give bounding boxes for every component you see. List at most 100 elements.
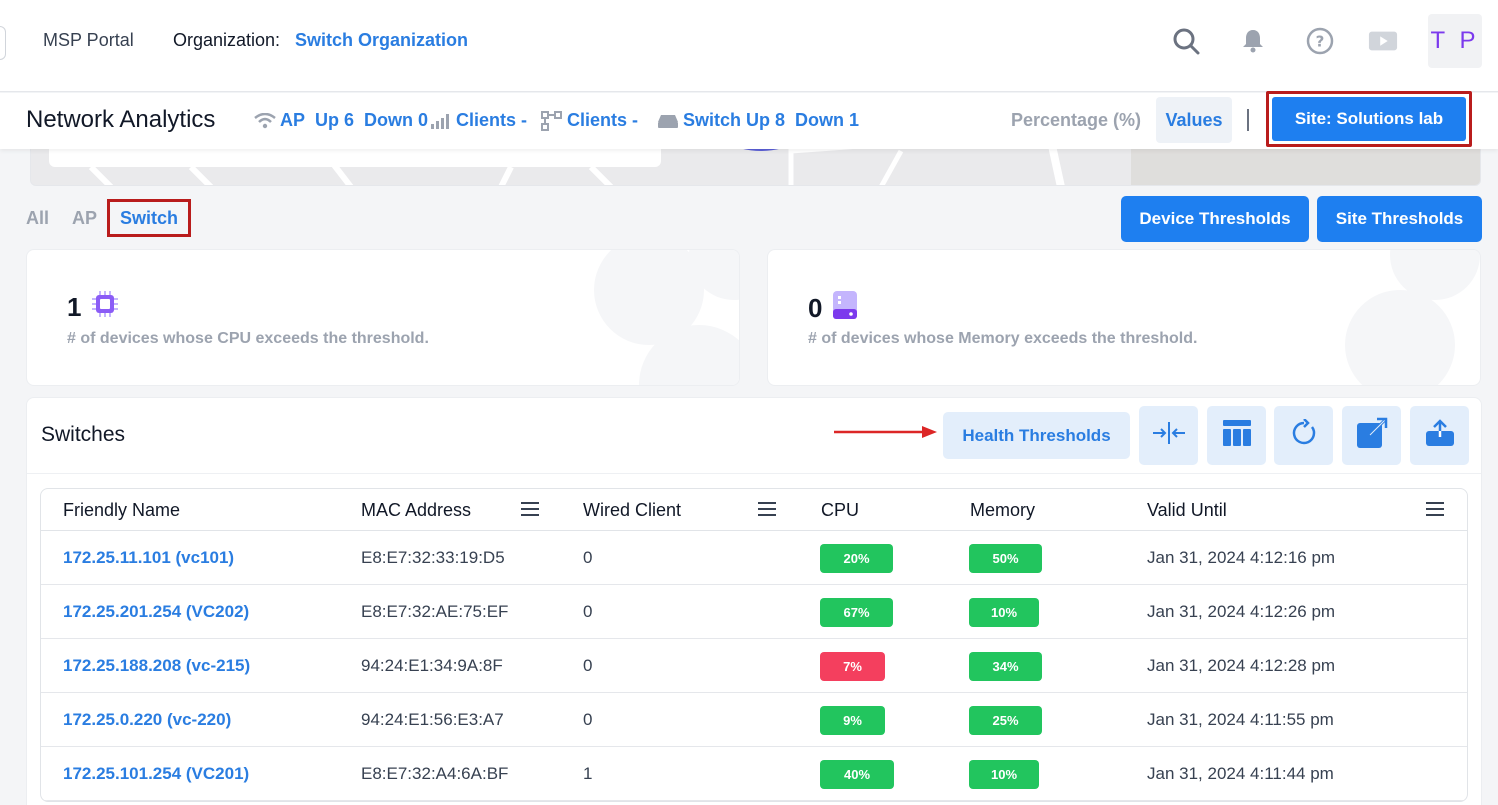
valid-until: Jan 31, 2024 4:12:16 pm xyxy=(1147,548,1336,567)
external-link-icon xyxy=(1356,417,1388,454)
values-toggle[interactable]: Values xyxy=(1156,97,1232,143)
mac-address: 94:24:E1:56:E3:A7 xyxy=(361,710,504,729)
table-row: 172.25.11.101 (vc101) E8:E7:32:33:19:D5 … xyxy=(41,531,1467,585)
search-icon[interactable] xyxy=(1171,26,1201,56)
column-menu-icon[interactable] xyxy=(521,502,539,516)
organization-label: Organization: xyxy=(173,30,281,50)
network-topology-icon xyxy=(541,110,563,131)
ap-up[interactable]: Up 6 xyxy=(315,110,354,131)
signal-bars-icon xyxy=(430,113,452,129)
switch-device-icon xyxy=(657,113,679,129)
site-selector-button[interactable]: Site: Solutions lab xyxy=(1272,97,1466,141)
table-header: Friendly Name MAC Address Wired Client C… xyxy=(41,489,1467,531)
sidebar-toggle[interactable] xyxy=(0,26,6,60)
portal-title: MSP Portal xyxy=(43,30,134,50)
column-cpu[interactable]: CPU xyxy=(821,500,859,521)
valid-until: Jan 31, 2024 4:11:44 pm xyxy=(1147,764,1334,783)
wired-client-count: 0 xyxy=(583,710,593,729)
cpu-count: 1 xyxy=(67,290,119,325)
switches-title: Switches xyxy=(41,423,126,446)
mac-address: E8:E7:32:33:19:D5 xyxy=(361,548,505,567)
valid-until: Jan 31, 2024 4:12:26 pm xyxy=(1147,602,1336,621)
switch-up[interactable]: Switch Up 8 xyxy=(683,110,785,131)
cpu-badge: 67% xyxy=(820,598,893,627)
valid-until: Jan 31, 2024 4:12:28 pm xyxy=(1147,656,1336,675)
column-friendly-name[interactable]: Friendly Name xyxy=(63,500,180,521)
wired-client-count: 0 xyxy=(583,656,593,675)
cpu-badge: 7% xyxy=(820,652,885,681)
switch-name-link[interactable]: 172.25.101.254 (VC201) xyxy=(63,764,249,784)
refresh-button[interactable] xyxy=(1274,406,1333,465)
upload-icon xyxy=(1425,419,1455,452)
bell-icon[interactable] xyxy=(1238,26,1268,56)
wifi-icon xyxy=(254,112,276,129)
percentage-toggle[interactable]: Percentage (%) xyxy=(1011,110,1141,131)
cpu-badge: 9% xyxy=(820,706,885,735)
compress-columns-button[interactable] xyxy=(1139,406,1198,465)
switch-organization-link[interactable]: Switch Organization xyxy=(295,30,468,51)
switches-panel: Switches Health Thresholds Friendly Name xyxy=(26,397,1482,805)
memory-count: 0 xyxy=(808,290,858,327)
column-wired-client[interactable]: Wired Client xyxy=(583,500,681,521)
switch-name-link[interactable]: 172.25.188.208 (vc-215) xyxy=(63,656,250,676)
annotation-arrow-icon xyxy=(834,426,937,438)
memory-badge: 10% xyxy=(969,598,1039,627)
device-thresholds-button[interactable]: Device Thresholds xyxy=(1121,196,1309,242)
ap-status[interactable]: AP Up 6 Down 0 xyxy=(254,110,428,131)
video-icon[interactable] xyxy=(1368,26,1398,56)
switch-name-link[interactable]: 172.25.0.220 (vc-220) xyxy=(63,710,231,730)
compress-columns-icon xyxy=(1151,421,1187,450)
valid-until: Jan 31, 2024 4:11:55 pm xyxy=(1147,710,1334,729)
cpu-badge: 20% xyxy=(820,544,893,573)
divider xyxy=(1247,109,1249,131)
page-title: Network Analytics xyxy=(26,106,216,133)
memory-threshold-card: 0 # of devices whose Memory exceeds the … xyxy=(767,249,1481,386)
site-selector-highlight: Site: Solutions lab xyxy=(1266,91,1472,147)
table-columns-icon xyxy=(1222,419,1252,452)
site-thresholds-button[interactable]: Site Thresholds xyxy=(1317,196,1482,242)
tab-ap[interactable]: AP xyxy=(72,208,97,229)
memory-badge: 10% xyxy=(969,760,1039,789)
column-mac-address[interactable]: MAC Address xyxy=(361,500,471,521)
cpu-threshold-description: # of devices whose CPU exceeds the thres… xyxy=(67,330,429,347)
column-menu-icon[interactable] xyxy=(758,502,776,516)
wired-clients-status[interactable]: Clients - xyxy=(541,110,638,131)
switch-down[interactable]: Down 1 xyxy=(795,110,859,131)
refresh-icon xyxy=(1290,418,1318,452)
switch-name-link[interactable]: 172.25.11.101 (vc101) xyxy=(63,548,234,568)
ap-down[interactable]: Down 0 xyxy=(364,110,428,131)
cpu-badge: 40% xyxy=(820,760,894,789)
column-valid-until[interactable]: Valid Until xyxy=(1147,500,1227,521)
cpu-threshold-card: 1 # of devices whose CPU exceeds the thr… xyxy=(26,249,740,386)
memory-badge: 34% xyxy=(969,652,1042,681)
health-thresholds-button[interactable]: Health Thresholds xyxy=(943,412,1130,459)
memory-threshold-description: # of devices whose Memory exceeds the th… xyxy=(808,330,1198,347)
export-button[interactable] xyxy=(1410,406,1469,465)
memory-badge: 25% xyxy=(969,706,1042,735)
user-avatar[interactable]: T P xyxy=(1428,14,1482,68)
mac-address: 94:24:E1:34:9A:8F xyxy=(361,656,503,675)
help-icon[interactable]: ? xyxy=(1305,26,1335,56)
memory-storage-icon xyxy=(832,290,858,327)
top-bar: MSP Portal Organization: Switch Organiza… xyxy=(0,0,1498,92)
tab-all[interactable]: All xyxy=(26,208,49,229)
table-row: 172.25.188.208 (vc-215) 94:24:E1:34:9A:8… xyxy=(41,639,1467,693)
column-menu-icon[interactable] xyxy=(1426,502,1444,516)
switch-status[interactable]: Switch Up 8 Down 1 xyxy=(657,110,859,131)
switch-name-link[interactable]: 172.25.201.254 (VC202) xyxy=(63,602,249,622)
switches-table: Friendly Name MAC Address Wired Client C… xyxy=(40,488,1468,802)
wireless-clients-label: Clients - xyxy=(456,110,528,130)
mac-address: E8:E7:32:AE:75:EF xyxy=(361,602,509,621)
wireless-clients-status[interactable]: Clients - xyxy=(430,110,527,131)
cpu-chip-icon xyxy=(91,290,119,325)
wired-client-count: 0 xyxy=(583,548,593,567)
divider xyxy=(27,473,1481,474)
wired-clients-label: Clients - xyxy=(567,110,639,130)
table-row: 172.25.201.254 (VC202) E8:E7:32:AE:75:EF… xyxy=(41,585,1467,639)
column-layout-button[interactable] xyxy=(1207,406,1266,465)
open-external-button[interactable] xyxy=(1342,406,1401,465)
card-background-decoration xyxy=(1345,250,1480,385)
card-background-decoration xyxy=(594,250,739,385)
table-row: 172.25.101.254 (VC201) E8:E7:32:A4:6A:BF… xyxy=(41,747,1467,801)
column-memory[interactable]: Memory xyxy=(970,500,1035,521)
